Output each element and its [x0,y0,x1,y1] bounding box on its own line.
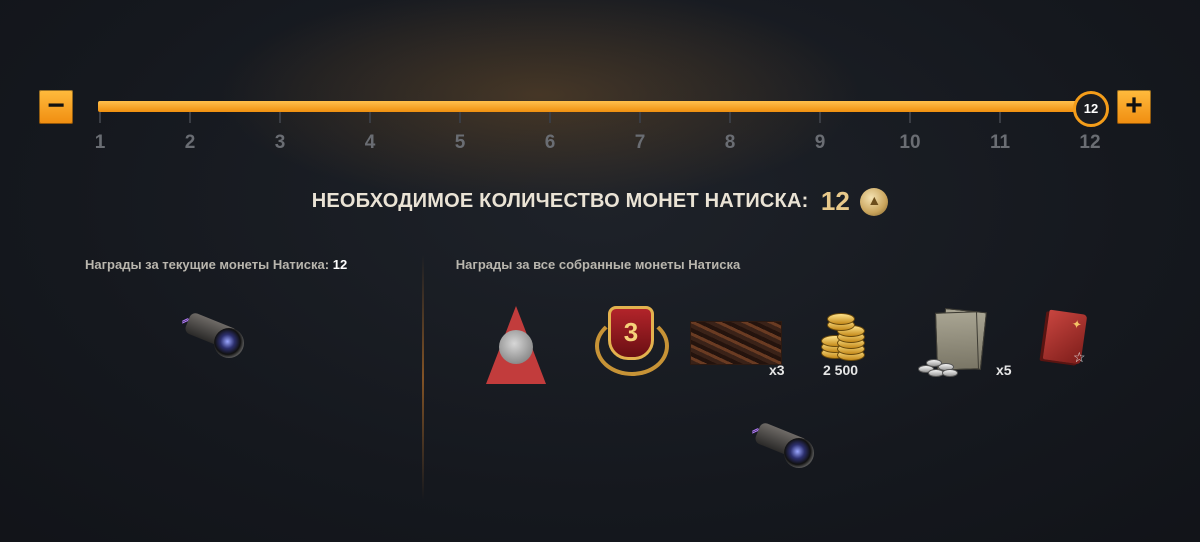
bear-head-icon [499,330,533,364]
panel-divider [422,255,424,500]
slider-tick [819,112,821,123]
all-rewards-title: Награды за все собранные монеты Натиска [455,257,741,272]
slider-tick-label[interactable]: 10 [895,132,925,154]
equipment-reward-icon[interactable]: ︽ [180,308,252,366]
star-icon: ☆ [1073,349,1086,365]
decrease-button[interactable]: − [39,90,73,124]
slider-tick-label[interactable]: 8 [715,132,745,154]
slider-tick [279,112,281,123]
slider-tick [909,112,911,123]
slider-tick-label[interactable]: 2 [175,132,205,154]
gold-reward-icon[interactable] [815,311,871,363]
required-coins-row: НЕОБХОДИМОЕ КОЛИЧЕСТВО МОНЕТ НАТИСКА: 12 [0,186,1200,217]
slider-tick-label[interactable]: 4 [355,132,385,154]
rank-badge-reward-icon[interactable]: 3 [595,306,669,376]
equipment-reward-icon-2[interactable]: ︽ [750,418,822,476]
bear-emblem-reward-icon[interactable] [486,306,546,386]
increase-button[interactable]: + [1117,90,1151,124]
slider-tick-label[interactable]: 7 [625,132,655,154]
gold-reward-count: 2 500 [823,362,859,378]
slider-tick [549,112,551,123]
required-coins-value: 12 [820,186,850,216]
slider-tick-label[interactable]: 6 [535,132,565,154]
slider-tick [459,112,461,123]
slider-tick-label[interactable]: 12 [1075,132,1105,154]
equipment-lens-icon [784,438,814,468]
equipment-lens-icon [214,328,244,358]
slider-tick-label[interactable]: 5 [445,132,475,154]
required-coins-label: НЕОБХОДИМОЕ КОЛИЧЕСТВО МОНЕТ НАТИСКА: [311,190,809,212]
coin-slider-track[interactable] [98,101,1090,112]
slider-tick [729,112,731,123]
silver-coins-icon [918,355,958,377]
slider-thumb[interactable]: 12 [1073,91,1109,127]
slider-tick-label[interactable]: 1 [85,132,115,154]
coin-slider-fill [98,101,1090,112]
style-reward-count: x3 [769,362,785,378]
orders-reward-count: x5 [996,362,1012,378]
style-reward-icon[interactable] [690,321,782,365]
slider-tick [189,112,191,123]
rank-shield-icon: 3 [608,306,654,360]
slider-tick-label[interactable]: 9 [805,132,835,154]
slider-tick-label[interactable]: 11 [985,132,1015,154]
slider-tick-label[interactable]: 3 [265,132,295,154]
slider-tick [99,112,101,123]
slider-tick [999,112,1001,123]
slider-tick [369,112,371,123]
onslaught-coin-icon [860,187,889,216]
slider-tick [639,112,641,123]
